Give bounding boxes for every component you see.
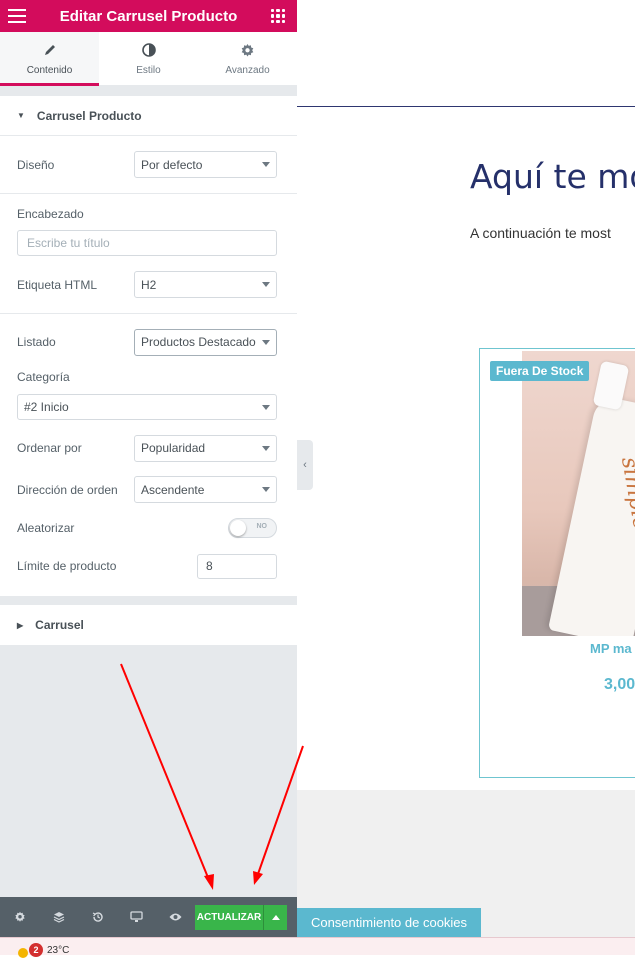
ordenar-select[interactable]: Popularidad	[134, 434, 277, 462]
settings-gear-icon[interactable]	[0, 897, 39, 937]
ordenar-value: Popularidad	[141, 441, 206, 455]
preview-subtitle: A continuación te most	[470, 225, 611, 241]
page-preview: Aquí te mo A continuación te most simple…	[297, 0, 635, 937]
section-carrusel-header[interactable]: ▶ Carrusel	[0, 605, 297, 645]
product-card[interactable]: simple Fuera De Stock MP ma 3,00	[479, 348, 635, 778]
product-image: simple	[522, 351, 635, 636]
section-carrusel-producto: ▼ Carrusel Producto Diseño Por defecto E…	[0, 96, 297, 596]
tab-estilo[interactable]: Estilo	[99, 32, 198, 85]
section-header[interactable]: ▼ Carrusel Producto	[0, 96, 297, 136]
section-title: Carrusel Producto	[36, 108, 142, 123]
select-caret-icon	[262, 339, 270, 345]
select-caret-icon	[262, 282, 270, 287]
panel-title: Editar Carrusel Producto	[59, 7, 238, 25]
ordenar-label: Ordenar por	[17, 441, 82, 455]
limite-label: Límite de producto	[17, 559, 117, 573]
widgets-grid-icon[interactable]	[270, 9, 285, 23]
responsive-desktop-icon[interactable]	[117, 897, 156, 937]
encabezado-input[interactable]: Escribe tu título	[17, 230, 277, 256]
cookie-consent-button[interactable]: Consentimiento de cookies	[297, 908, 481, 937]
direccion-select[interactable]: Ascendente	[134, 476, 277, 503]
caret-right-icon: ▶	[17, 620, 24, 630]
history-icon[interactable]	[78, 897, 117, 937]
pencil-icon	[43, 41, 57, 59]
control-direccion: Dirección de orden Ascendente	[0, 476, 297, 503]
hamburger-menu-icon[interactable]	[8, 9, 26, 23]
out-of-stock-badge: Fuera De Stock	[490, 361, 590, 381]
select-caret-icon	[262, 445, 270, 451]
editor-panel: Editar Carrusel Producto Contenido Estil…	[0, 0, 297, 937]
weather-icon[interactable]	[18, 948, 28, 958]
gear-icon	[240, 41, 255, 59]
tab-contenido-label: Contenido	[26, 65, 73, 76]
os-taskbar: 2 23°C	[0, 937, 635, 958]
header-divider	[297, 106, 635, 107]
toggle-state-label: NO	[256, 522, 268, 530]
control-etiqueta-html: Etiqueta HTML H2	[0, 256, 297, 313]
control-aleatorizar: Aleatorizar NO	[0, 503, 297, 552]
preview-eye-icon[interactable]	[156, 897, 195, 937]
section-carrusel: ▶ Carrusel	[0, 605, 297, 645]
update-button[interactable]: ACTUALIZAR	[195, 904, 263, 930]
aleatorizar-label: Aleatorizar	[17, 520, 75, 535]
update-options-button[interactable]	[263, 904, 287, 930]
categoria-value: #2 Inicio	[24, 400, 69, 414]
control-ordenar-por: Ordenar por Popularidad	[0, 420, 297, 476]
layers-navigator-icon[interactable]	[39, 897, 78, 937]
aleatorizar-toggle[interactable]: NO	[228, 517, 277, 538]
toggle-knob	[230, 519, 246, 536]
select-caret-icon	[262, 404, 270, 410]
panel-header: Editar Carrusel Producto	[0, 0, 297, 32]
listado-label: Listado	[17, 335, 56, 349]
panel-tabs: Contenido Estilo Avanzado	[0, 32, 297, 86]
control-encabezado: Encabezado	[0, 206, 297, 222]
tab-contenido[interactable]: Contenido	[0, 32, 99, 86]
etiqueta-value: H2	[141, 277, 157, 292]
encabezado-label: Encabezado	[17, 207, 84, 221]
tab-estilo-label: Estilo	[136, 65, 161, 76]
caret-up-icon	[271, 914, 280, 920]
categoria-select[interactable]: #2 Inicio	[17, 394, 277, 420]
control-diseno: Diseño Por defecto	[0, 136, 297, 193]
section-carrusel-title: Carrusel	[35, 618, 84, 632]
select-caret-icon	[262, 162, 270, 167]
temperature-text: 23°C	[47, 945, 70, 956]
diseno-label: Diseño	[17, 157, 55, 172]
listado-value: Productos Destacado	[141, 335, 256, 349]
limite-number-input[interactable]: 8	[197, 553, 277, 579]
diseno-value: Por defecto	[141, 157, 203, 172]
contrast-icon	[141, 41, 156, 59]
direccion-value: Ascendente	[141, 482, 205, 497]
product-price: 3,00	[604, 676, 635, 693]
tab-avanzado[interactable]: Avanzado	[198, 32, 297, 85]
product-name[interactable]: MP ma	[590, 641, 632, 656]
control-categoria: Categoría	[0, 370, 297, 384]
etiqueta-label: Etiqueta HTML	[17, 277, 98, 292]
update-button-group: ACTUALIZAR	[195, 904, 287, 930]
control-limite: Límite de producto 8	[0, 552, 297, 580]
product-image-bottle	[547, 394, 635, 636]
categoria-label: Categoría	[17, 370, 70, 384]
control-listado: Listado Productos Destacado	[0, 314, 297, 370]
diseno-select[interactable]: Por defecto	[134, 151, 277, 178]
collapse-panel-chevron-icon[interactable]: ‹	[297, 440, 313, 490]
etiqueta-select[interactable]: H2	[134, 271, 277, 298]
panel-footer: ACTUALIZAR	[0, 897, 297, 937]
direccion-label: Dirección de orden	[17, 482, 118, 497]
preview-heading: Aquí te mo	[470, 157, 635, 196]
caret-down-icon: ▼	[17, 111, 25, 120]
tab-avanzado-label: Avanzado	[225, 65, 270, 76]
listado-select[interactable]: Productos Destacado	[134, 328, 277, 356]
select-caret-icon	[262, 487, 270, 492]
